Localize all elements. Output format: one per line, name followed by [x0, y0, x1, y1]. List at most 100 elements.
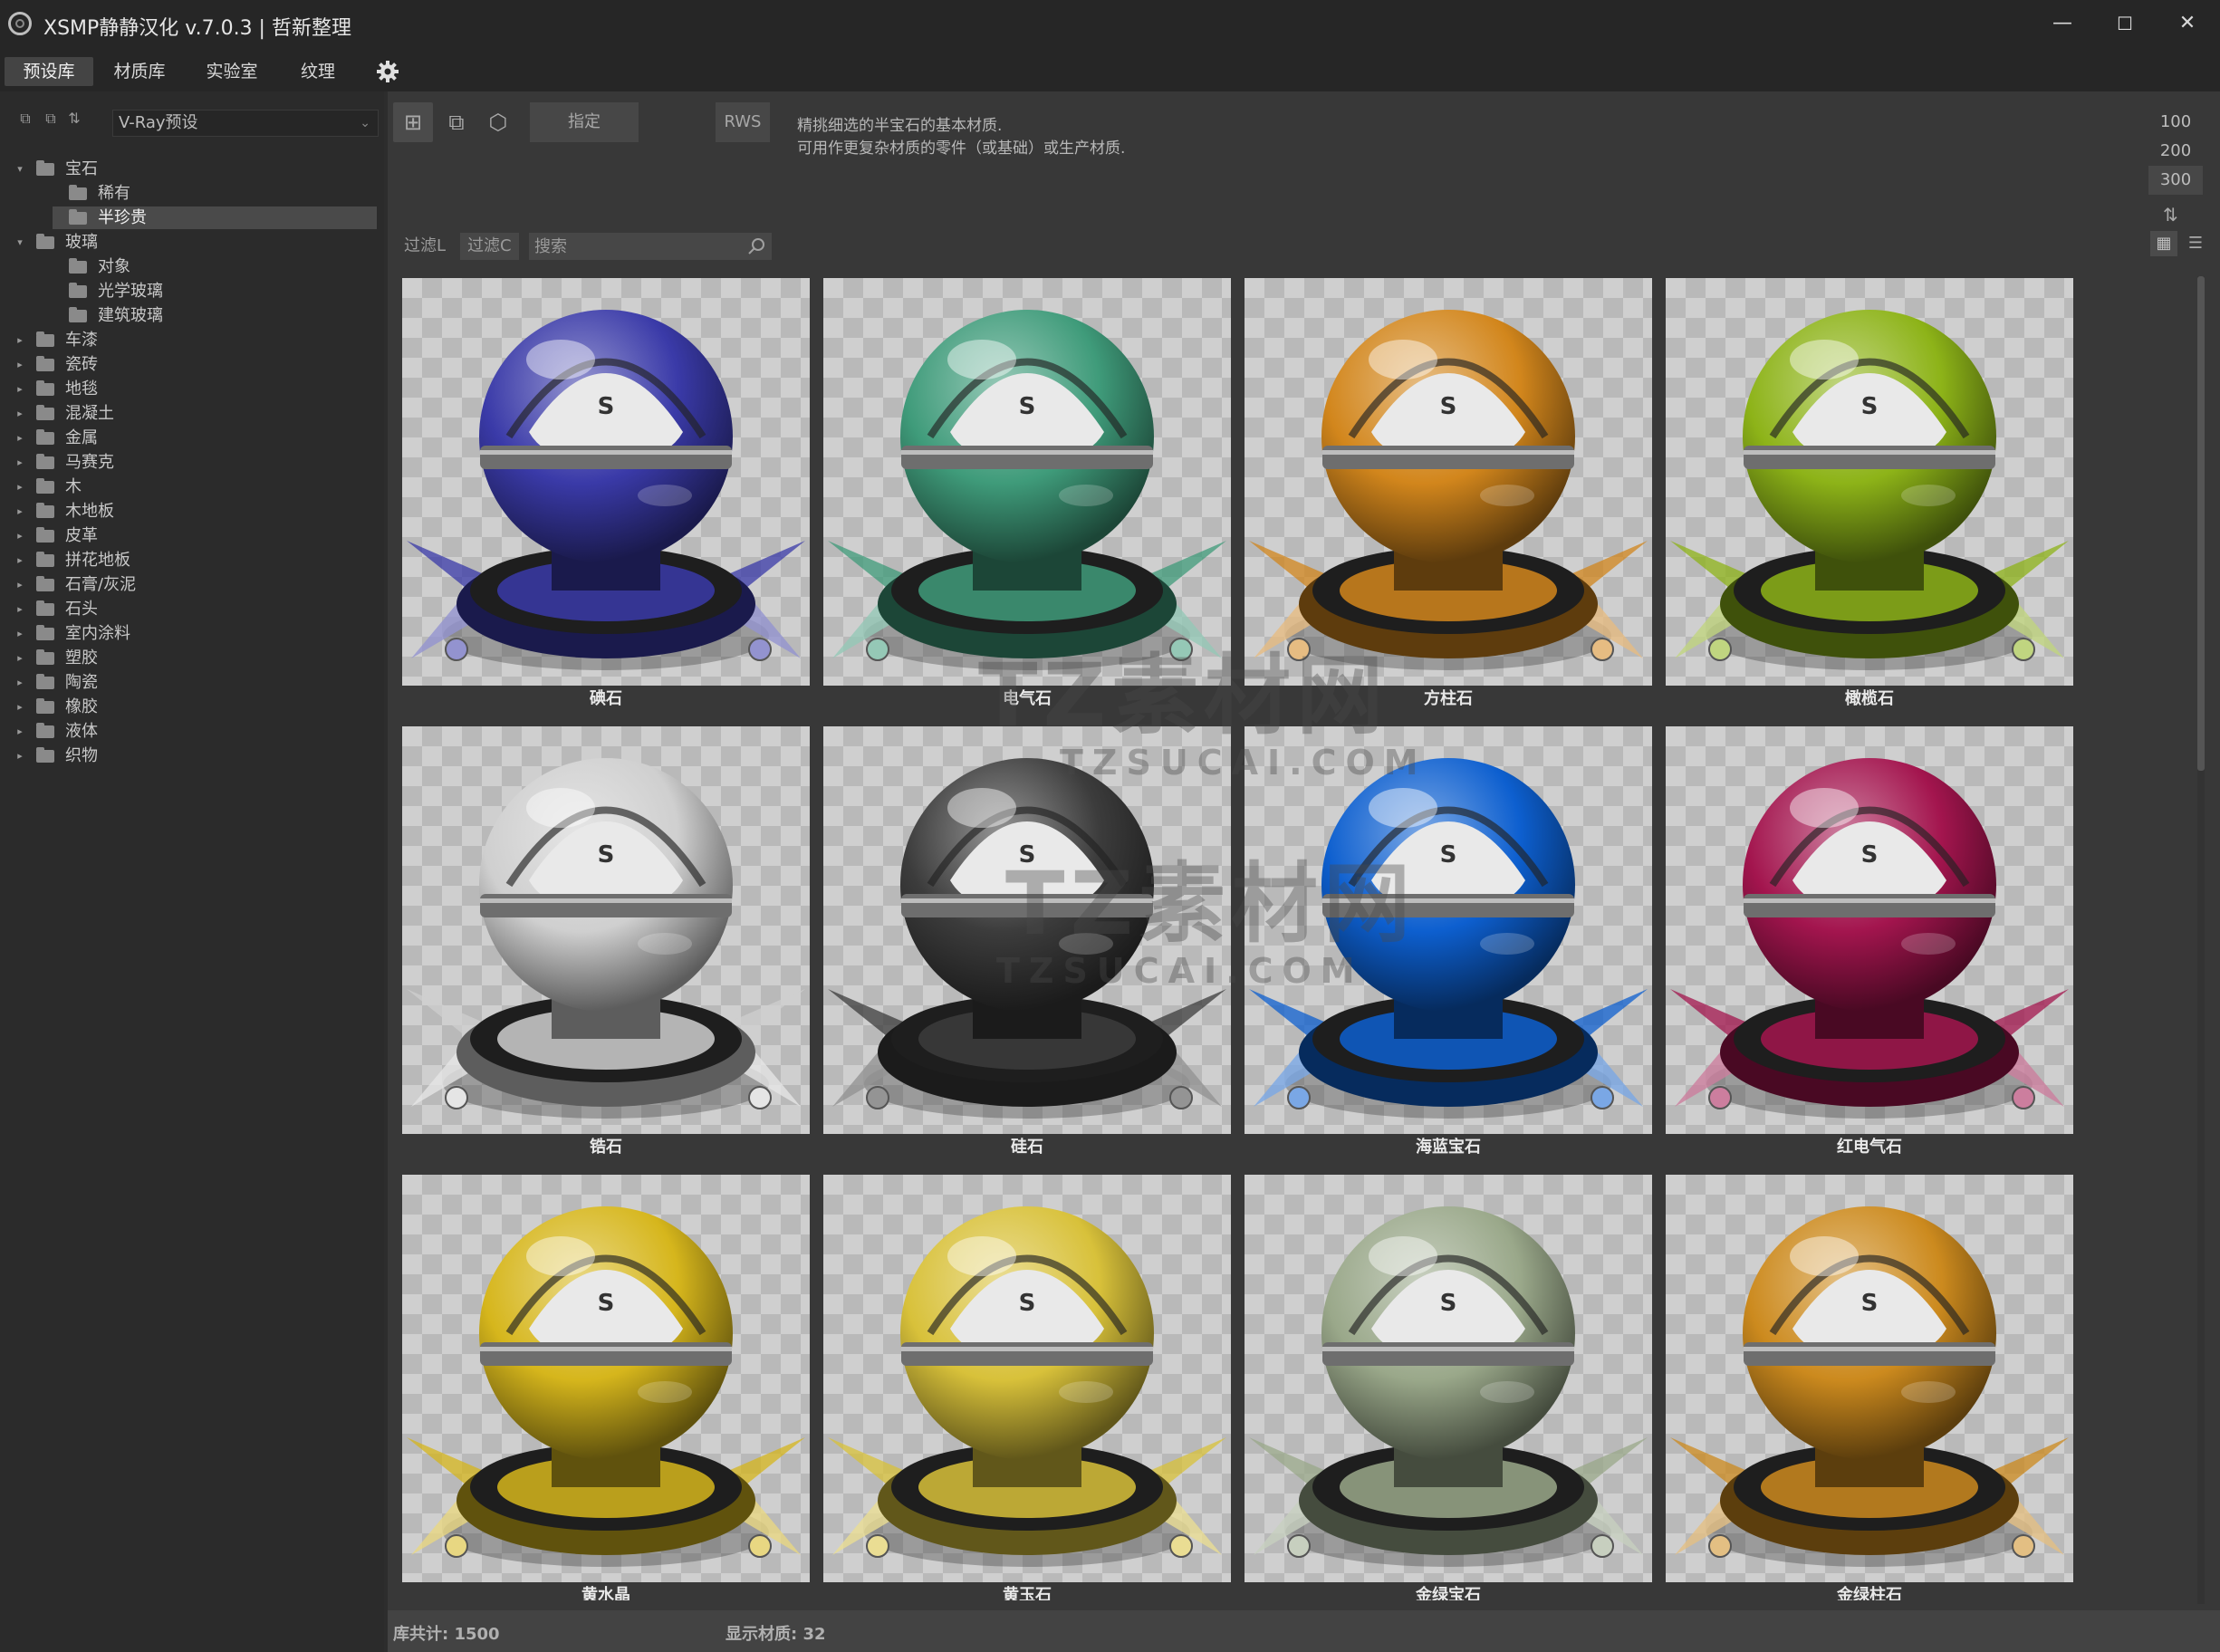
material-preview-image[interactable]: S [1666, 1175, 2073, 1582]
menu-preset-library[interactable]: 预设库 [5, 57, 93, 86]
material-preview-image[interactable]: S [823, 278, 1231, 686]
tree-item[interactable]: ▸ 塑胶 [0, 646, 384, 670]
collapsed-arrow-icon[interactable]: ▸ [14, 377, 26, 401]
tree-item[interactable]: ▸ 液体 [0, 719, 384, 744]
collapsed-arrow-icon[interactable]: ▸ [14, 621, 26, 646]
maximize-button[interactable]: ☐ [2102, 5, 2148, 42]
tree-item[interactable]: ▸ 橡胶 [0, 695, 384, 719]
tree-item[interactable]: 半珍贵 [0, 206, 384, 230]
filter-l-label[interactable]: 过滤L [404, 233, 446, 260]
expanded-arrow-icon[interactable]: ▾ [14, 230, 26, 255]
scrollbar-thumb[interactable] [2197, 276, 2205, 771]
material-preview-image[interactable]: S [402, 1175, 810, 1582]
sort-order-icon[interactable]: ⇅ [2163, 204, 2178, 226]
collapsed-arrow-icon[interactable]: ▸ [14, 401, 26, 426]
menu-material-library[interactable]: 材质库 [98, 57, 181, 86]
collapse-all-icon[interactable]: ⧉ [16, 110, 34, 128]
material-preview-image[interactable]: S [823, 1175, 1231, 1582]
expand-all-icon[interactable]: ⧉ [42, 110, 60, 128]
expanded-arrow-icon[interactable]: ▾ [14, 157, 26, 181]
collapsed-arrow-icon[interactable]: ▸ [14, 670, 26, 695]
collapsed-arrow-icon[interactable]: ▸ [14, 426, 26, 450]
collapsed-arrow-icon[interactable]: ▸ [14, 548, 26, 572]
search-icon[interactable] [746, 236, 766, 256]
collapsed-arrow-icon[interactable]: ▸ [14, 572, 26, 597]
material-preview-image[interactable]: S [402, 278, 810, 686]
material-card[interactable]: S 锆石 [402, 726, 810, 1161]
tree-item[interactable]: ▸ 织物 [0, 744, 384, 768]
tree-item[interactable]: ▸ 陶瓷 [0, 670, 384, 695]
assign-button[interactable]: 指定 [530, 102, 639, 142]
material-card[interactable]: S 黄玉石 [823, 1175, 1231, 1600]
tree-item[interactable]: ▾ 宝石 [0, 157, 384, 181]
tree-item[interactable]: ▸ 瓷砖 [0, 352, 384, 377]
material-card[interactable]: S 碘石 [402, 278, 810, 713]
menu-lab[interactable]: 实验室 [190, 57, 274, 86]
preset-select[interactable]: V-Ray预设 ⌄ [112, 110, 379, 137]
tree-item[interactable]: ▸ 地毯 [0, 377, 384, 401]
tree-item[interactable]: ▾ 玻璃 [0, 230, 384, 255]
material-preview-image[interactable]: S [1666, 278, 2073, 686]
tree-item[interactable]: 建筑玻璃 [0, 303, 384, 328]
tree-item[interactable]: ▸ 木地板 [0, 499, 384, 523]
tree-item[interactable]: ▸ 石头 [0, 597, 384, 621]
tree-item[interactable]: 光学玻璃 [0, 279, 384, 303]
collapsed-arrow-icon[interactable]: ▸ [14, 523, 26, 548]
tree-item[interactable]: ▸ 混凝土 [0, 401, 384, 426]
material-card[interactable]: S 硅石 [823, 726, 1231, 1161]
material-preview-image[interactable]: S [1666, 726, 2073, 1134]
material-card[interactable]: S 橄榄石 [1666, 278, 2073, 713]
collapsed-arrow-icon[interactable]: ▸ [14, 744, 26, 768]
collapsed-arrow-icon[interactable]: ▸ [14, 450, 26, 475]
material-card[interactable]: S 电气石 [823, 278, 1231, 713]
tree-item[interactable]: ▸ 石膏/灰泥 [0, 572, 384, 597]
size-option-300[interactable]: 300 [2148, 166, 2203, 195]
size-option-200[interactable]: 200 [2148, 137, 2203, 166]
tree-item[interactable]: 对象 [0, 255, 384, 279]
tree-item[interactable]: ▸ 金属 [0, 426, 384, 450]
material-name: 电气石 [1003, 689, 1052, 708]
tree-item[interactable]: 稀有 [0, 181, 384, 206]
material-card[interactable]: S 方柱石 [1245, 278, 1652, 713]
rws-button[interactable]: RWS [716, 102, 770, 142]
tree-item[interactable]: ▸ 皮革 [0, 523, 384, 548]
close-button[interactable]: ✕ [2165, 5, 2210, 42]
tree-item[interactable]: ▸ 车漆 [0, 328, 384, 352]
gear-icon[interactable] [375, 59, 400, 84]
tree-item[interactable]: ▸ 木 [0, 475, 384, 499]
filter-c-button[interactable]: 过滤C [460, 233, 519, 260]
grid-layout-icon[interactable]: ▦ [2150, 231, 2177, 256]
minimize-button[interactable]: — [2040, 5, 2085, 42]
vertical-scrollbar[interactable] [2197, 276, 2205, 1604]
tree-item[interactable]: ▸ 室内涂料 [0, 621, 384, 646]
collapsed-arrow-icon[interactable]: ▸ [14, 597, 26, 621]
material-preview-image[interactable]: S [402, 726, 810, 1134]
shapes-icon[interactable]: ⧉ [437, 102, 476, 142]
collapsed-arrow-icon[interactable]: ▸ [14, 475, 26, 499]
material-card[interactable]: S 红电气石 [1666, 726, 2073, 1161]
collapsed-arrow-icon[interactable]: ▸ [14, 328, 26, 352]
material-card[interactable]: S 金绿宝石 [1245, 1175, 1652, 1600]
tree-item[interactable]: ▸ 拼花地板 [0, 548, 384, 572]
material-preview-image[interactable]: S [1245, 726, 1652, 1134]
material-card[interactable]: S 黄水晶 [402, 1175, 810, 1600]
collapsed-arrow-icon[interactable]: ▸ [14, 695, 26, 719]
cube-icon[interactable]: ⬡ [478, 102, 518, 142]
collapsed-arrow-icon[interactable]: ▸ [14, 646, 26, 670]
search-input[interactable] [529, 233, 772, 260]
material-preview-image[interactable]: S [823, 726, 1231, 1134]
list-layout-icon[interactable]: ☰ [2183, 231, 2208, 256]
grid-view-icon[interactable]: ⊞ [393, 102, 433, 142]
sort-icon[interactable]: ⇅ [65, 110, 83, 128]
collapsed-arrow-icon[interactable]: ▸ [14, 352, 26, 377]
tree-item[interactable]: ▸ 马赛克 [0, 450, 384, 475]
material-preview-image[interactable]: S [1245, 1175, 1652, 1582]
material-preview-image[interactable]: S [1245, 278, 1652, 686]
material-card[interactable]: S 海蓝宝石 [1245, 726, 1652, 1161]
collapsed-arrow-icon[interactable]: ▸ [14, 719, 26, 744]
material-name: 方柱石 [1424, 689, 1473, 708]
menu-texture[interactable]: 纹理 [281, 57, 355, 86]
material-card[interactable]: S 金绿柱石 [1666, 1175, 2073, 1600]
collapsed-arrow-icon[interactable]: ▸ [14, 499, 26, 523]
size-option-100[interactable]: 100 [2148, 108, 2203, 137]
